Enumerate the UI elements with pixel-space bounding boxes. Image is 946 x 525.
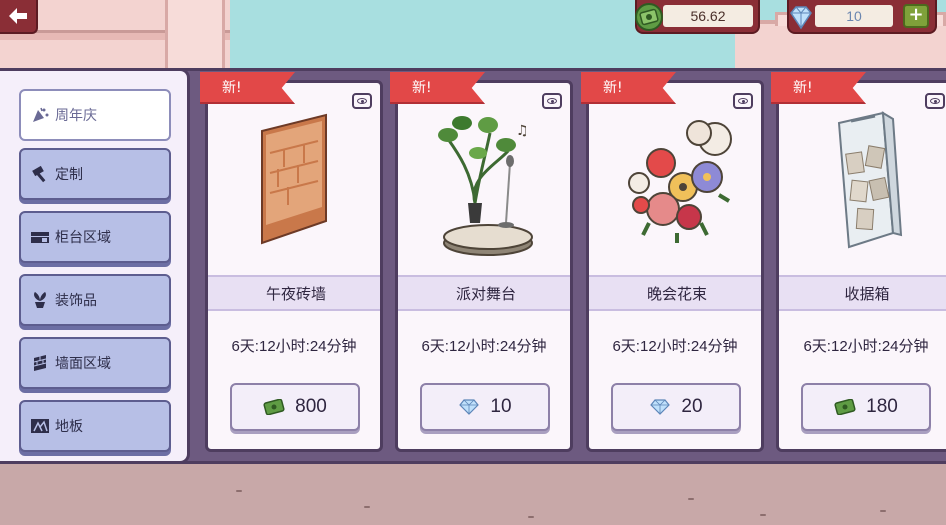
tab-custom[interactable]: 定制 [19,148,171,200]
tab-label: 装饰品 [55,293,97,309]
item-timer: 6天:12小时:24分钟 [803,338,929,355]
cash-counter: 56.62 [635,0,760,34]
gem-icon [650,399,671,415]
cash-icon [263,399,285,415]
tab-decorations[interactable]: 装饰品 [19,274,171,326]
tab-label: 定制 [55,167,83,183]
counter-icon [29,227,51,247]
back-button[interactable] [0,0,38,34]
add-gems-button[interactable]: + [903,4,929,28]
item-image [208,83,380,275]
shop-item-card[interactable]: 收据箱 6天:12小时:24分钟 180 [776,80,946,452]
item-name: 午夜砖墙 [208,275,380,311]
receipt-box-icon [837,111,903,249]
bouquet-icon [628,120,732,243]
item-name: 派对舞台 [398,275,570,311]
building-door [165,0,225,75]
preview-eye-button[interactable] [925,93,945,109]
tab-wall-area[interactable]: 墙面区域 [19,337,171,389]
preview-eye-button[interactable] [352,93,372,109]
ground-speck [528,516,534,518]
ground [0,462,946,525]
gem-value: 10 [815,5,893,27]
gem-icon [459,399,480,415]
tab-label: 地板 [55,419,83,435]
floor-icon [29,416,51,436]
wall-icon [29,353,51,373]
price-value: 800 [295,396,327,417]
item-image [779,83,946,275]
new-badge: 新! [200,72,295,104]
cash-value: 56.62 [663,5,753,27]
preview-eye-button[interactable] [733,93,753,109]
price-value: 10 [490,396,512,417]
new-badge: 新! [771,72,866,104]
tab-counter-area[interactable]: 柜台区域 [19,211,171,263]
eye-icon [930,98,940,104]
tab-anniversary[interactable]: 周年庆 [19,89,171,141]
item-name: 晚会花束 [589,275,761,311]
party-popper-icon [29,105,51,125]
svg-text:♫: ♫ [516,123,529,139]
eye-icon [357,98,367,104]
gem-icon [790,6,812,30]
item-timer: 6天:12小时:24分钟 [231,338,357,355]
ground-speck [760,514,766,516]
tab-label: 周年庆 [55,108,97,124]
gem-counter: 10 + [787,0,937,34]
plant-icon [29,290,51,310]
buy-button[interactable]: 800 [230,383,360,431]
item-name: 收据箱 [779,275,946,311]
back-arrow-icon [9,8,27,24]
item-timer: 6天:12小时:24分钟 [612,338,738,355]
buy-button[interactable]: 10 [420,383,550,431]
preview-eye-button[interactable] [542,93,562,109]
buy-button[interactable]: 20 [611,383,741,431]
ground-speck [364,506,370,508]
tab-label: 墙面区域 [55,356,111,372]
brick-wall-icon [261,113,327,245]
price-value: 20 [681,396,703,417]
cash-icon [834,399,856,415]
eye-icon [738,98,748,104]
category-sidebar: 周年庆 定制 柜台区域 装饰品 墙面区域 地板 [0,68,190,464]
ground-speck [880,510,886,512]
tab-floor[interactable]: 地板 [19,400,171,452]
item-image [589,83,761,275]
hammer-icon [29,164,51,184]
shop-item-card[interactable]: ♫ 派对舞台 6天:12小时:24分钟 10 [395,80,573,452]
tab-label: 柜台区域 [55,230,111,246]
new-badge: 新! [390,72,485,104]
buy-button[interactable]: 180 [801,383,931,431]
cash-icon [635,3,663,31]
item-image: ♫ [398,83,570,275]
ground-speck [688,498,694,500]
new-badge: 新! [581,72,676,104]
shop-item-card[interactable]: 晚会花束 6天:12小时:24分钟 20 [586,80,764,452]
price-value: 180 [866,396,898,417]
eye-icon [547,98,557,104]
item-timer: 6天:12小时:24分钟 [421,338,547,355]
ground-speck [236,490,242,492]
shop-item-card[interactable]: 午夜砖墙 6天:12小时:24分钟 800 [205,80,383,452]
plant-stage-icon: ♫ [438,116,533,256]
